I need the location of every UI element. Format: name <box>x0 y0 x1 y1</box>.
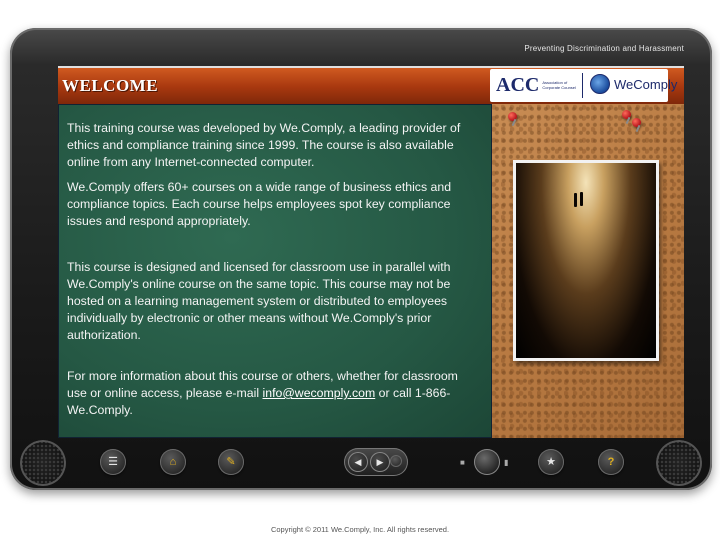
push-pin <box>632 118 641 127</box>
home-icon: ⌂ <box>169 455 177 468</box>
bookmark-button[interactable]: ★ <box>538 449 564 475</box>
globe-icon <box>590 74 610 94</box>
content-board: This training course was developed by We… <box>58 104 492 438</box>
push-pin <box>622 110 631 119</box>
replay-button[interactable] <box>390 455 402 467</box>
menu-button[interactable]: ☰ <box>100 449 126 475</box>
next-button[interactable]: ▶ <box>370 452 390 472</box>
help-icon: ? <box>607 455 615 468</box>
help-button[interactable]: ? <box>598 449 624 475</box>
pencil-icon: ✎ <box>226 455 236 468</box>
home-button[interactable]: ⌂ <box>160 449 186 475</box>
left-arrow-icon: ◀ <box>354 456 362 467</box>
figure-silhouette <box>580 192 583 206</box>
acc-mark: ACC <box>496 73 540 96</box>
sponsor-logos: ACC Association of Corporate Counsel WeC… <box>490 69 677 102</box>
volume-knob[interactable] <box>474 449 500 475</box>
volume-high-icon: ▮ <box>504 458 509 467</box>
volume-low-icon: ■ <box>460 458 465 467</box>
notes-button[interactable]: ✎ <box>218 449 244 475</box>
slide-title: WELCOME <box>62 76 159 95</box>
silhouette-photo <box>513 160 659 361</box>
acc-logo: ACC Association of Corporate Counsel <box>496 74 582 96</box>
paragraph-2: We.Comply offers 60+ courses on a wide r… <box>67 180 452 228</box>
paragraph-1: This training course was developed by We… <box>67 121 461 169</box>
previous-button[interactable]: ◀ <box>348 452 368 472</box>
figure-silhouette <box>574 193 577 207</box>
left-speaker-grill <box>20 440 66 486</box>
right-arrow-icon: ▶ <box>376 456 384 467</box>
star-icon: ★ <box>546 455 556 468</box>
paragraph-3: This course is designed and licensed for… <box>67 260 451 342</box>
wecomply-logo-text: WeComply <box>614 76 678 92</box>
email-link[interactable]: info@wecomply.com <box>263 386 376 400</box>
paragraph-4: For more information about this course o… <box>67 368 477 419</box>
acc-text: Association of Corporate Counsel <box>542 80 576 90</box>
course-title: Preventing Discrimination and Harassment <box>524 44 684 53</box>
logo-divider <box>582 73 583 98</box>
menu-icon: ☰ <box>108 455 118 468</box>
right-speaker-grill <box>656 440 702 486</box>
push-pin <box>508 112 517 121</box>
wecomply-logo: WeComply <box>590 74 677 94</box>
copyright-notice: Copyright © 2011 We.Comply, Inc. All rig… <box>270 525 450 534</box>
